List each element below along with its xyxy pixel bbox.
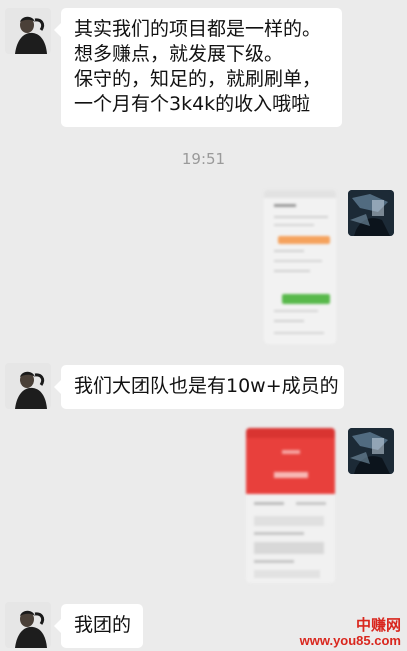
- message-line: 想多赚点，就发展下级。: [74, 43, 284, 65]
- message-bubble-3[interactable]: 我们大团队也是有10w+成员的: [54, 365, 344, 409]
- self-avatar[interactable]: [348, 190, 394, 236]
- message-line: 保守的，知足的，就刷刷单，: [74, 68, 322, 90]
- message-line: 一个月有个3k4k的收入哦啦: [74, 93, 311, 115]
- image-message-red-screenshot[interactable]: [246, 428, 335, 583]
- timestamp: 19:51: [181, 150, 226, 168]
- site-watermark: 中赚网 www.you85.com: [300, 618, 401, 648]
- contact-avatar[interactable]: [5, 363, 51, 409]
- watermark-url: www.you85.com: [299, 633, 401, 648]
- chat-window: 其实我们的项目都是一样的。 想多赚点，就发展下级。 保守的，知足的，就刷刷单， …: [0, 0, 407, 651]
- contact-avatar[interactable]: [5, 8, 51, 54]
- message-bubble-5[interactable]: 我团的: [54, 604, 143, 648]
- message-bubble-1[interactable]: 其实我们的项目都是一样的。 想多赚点，就发展下级。 保守的，知足的，就刷刷单， …: [54, 8, 342, 127]
- image-message-screenshot[interactable]: [264, 190, 336, 344]
- contact-avatar[interactable]: [5, 602, 51, 648]
- watermark-brand: 中赚网: [355, 617, 401, 634]
- self-avatar[interactable]: [348, 428, 394, 474]
- message-text: 我团的: [74, 614, 132, 636]
- message-text: 我们大团队也是有10w+成员的: [74, 375, 339, 397]
- message-line: 其实我们的项目都是一样的。: [74, 18, 322, 40]
